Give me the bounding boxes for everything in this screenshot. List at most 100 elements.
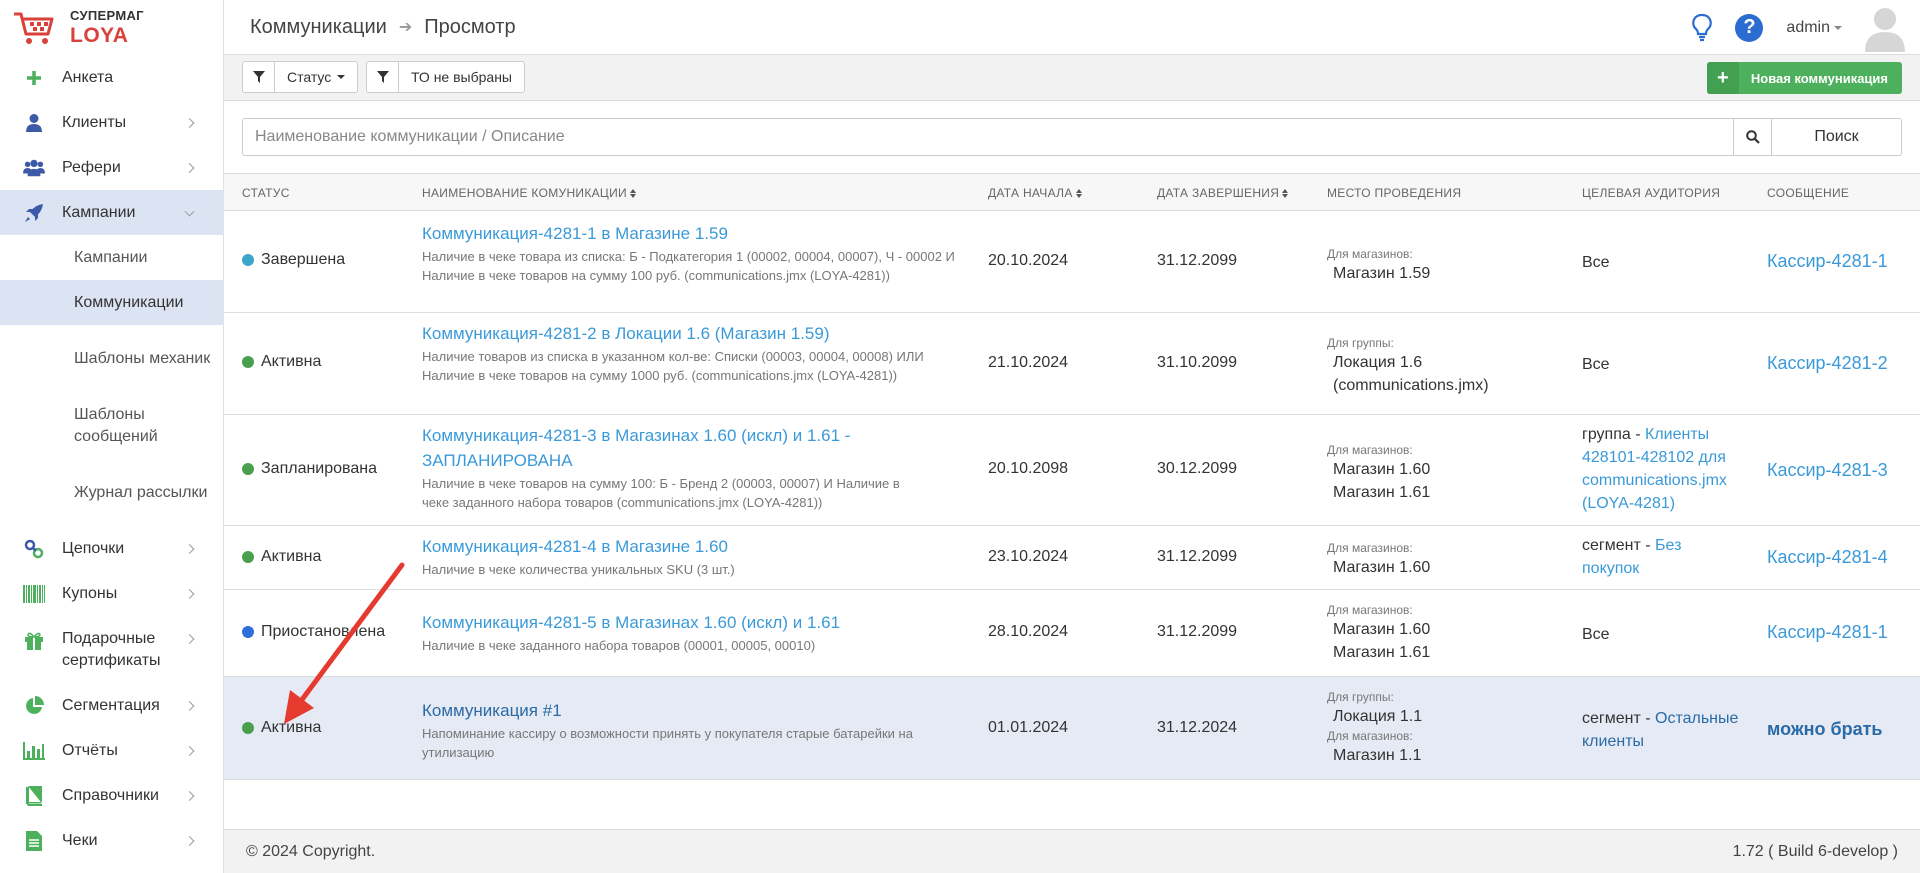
book-icon (23, 785, 45, 807)
avatar[interactable] (1864, 4, 1906, 52)
status-dot (242, 626, 254, 638)
submenu-item-message-templates[interactable]: Шаблоны сообщений (0, 392, 223, 459)
communication-description: Наличие в чеке товара из списка: Б - Под… (422, 249, 955, 283)
place-label: Для магазинов: (1327, 443, 1413, 457)
user-menu[interactable]: admin (1786, 19, 1842, 37)
version: 1.72 ( Build 6-develop ) (1732, 842, 1898, 860)
place-cell: Для магазинов: Магазин 1.59 (1327, 246, 1557, 285)
submenu-item-mechanic-templates[interactable]: Шаблоны механик (0, 325, 223, 392)
table-row[interactable]: Активна Коммуникация-4281-2 в Локации 1.… (224, 313, 1920, 415)
chevron-right-icon (184, 633, 195, 644)
sidebar-nav: Анкета Клиенты Рефери Кампании (0, 55, 223, 235)
search-button[interactable]: Поиск (1772, 118, 1902, 156)
communication-link[interactable]: Коммуникация-4281-1 в Магазине 1.59 (422, 221, 962, 246)
users-icon (23, 157, 45, 179)
status-text: Завершена (261, 251, 346, 268)
sidebar-item-segmentation[interactable]: Сегментация (0, 683, 223, 728)
help-icon[interactable]: ? (1735, 13, 1764, 42)
store-filter[interactable]: ТО не выбраны (366, 61, 525, 93)
audience-cell: сегмент - Без покупок (1582, 534, 1712, 580)
sidebar-item-references[interactable]: Справочники (0, 773, 223, 818)
caret-down-icon (337, 75, 346, 79)
place-value: Магазин 1.60 (1333, 559, 1431, 576)
status-filter[interactable]: Статус (242, 61, 359, 93)
message-link[interactable]: Кассир-4281-1 (1767, 622, 1888, 643)
sidebar-item-chains[interactable]: Цепочки (0, 526, 223, 571)
end-date: 31.12.2099 (1157, 252, 1238, 269)
status-cell: Запланирована (242, 460, 377, 478)
submenu-item-campaigns[interactable]: Кампании (0, 235, 223, 280)
submenu-item-mailing-log[interactable]: Журнал рассылки (0, 459, 223, 526)
place-cell: Для магазинов: Магазин 1.60 Магазин 1.61 (1327, 442, 1557, 504)
col-name-label: НАИМЕНОВАНИЕ КОМУНИКАЦИИ (422, 186, 627, 200)
communication-description: Напоминание кассиру о возможности принят… (422, 726, 913, 760)
table-row[interactable]: Активна Коммуникация-4281-4 в Магазине 1… (224, 526, 1920, 590)
communication-link[interactable]: Коммуникация-4281-5 в Магазинах 1.60 (ис… (422, 610, 962, 635)
sidebar-item-label: Подарочные сертификаты (62, 629, 161, 669)
chevron-right-icon (184, 543, 195, 554)
link-icon (23, 538, 45, 560)
new-communication-label: Новая коммуникация (1750, 70, 1888, 86)
sidebar-nav-lower: Цепочки Купоны Подарочные сертификаты Се… (0, 526, 223, 863)
table-row[interactable]: Завершена Коммуникация-4281-1 в Магазине… (224, 211, 1920, 313)
breadcrumb: Коммуникации ➔ Просмотр (250, 16, 516, 39)
col-end-label: ДАТА ЗАВЕРШЕНИЯ (1157, 186, 1280, 200)
table-row[interactable]: Активна Коммуникация #1 Напоминание касс… (224, 677, 1920, 780)
sidebar-item-label: Кампании (62, 203, 136, 221)
chevron-right-icon (184, 117, 195, 128)
sidebar-item-receipts[interactable]: Чеки (0, 818, 223, 863)
col-status: СТАТУС (242, 186, 290, 200)
communication-link[interactable]: Коммуникация-4281-3 в Магазинах 1.60 (ис… (422, 423, 922, 473)
status-cell: Завершена (242, 251, 345, 269)
search-input[interactable] (242, 118, 1734, 156)
chevron-right-icon (184, 162, 195, 173)
place-value: Магазин 1.59 (1333, 265, 1431, 282)
campaigns-submenu: Кампании Коммуникации Шаблоны механик Ша… (0, 235, 223, 526)
message-link[interactable]: Кассир-4281-2 (1767, 353, 1888, 374)
search-icon[interactable] (1734, 118, 1772, 156)
sidebar-item-campaigns[interactable]: Кампании (0, 190, 223, 235)
place-value: Магазин 1.60 (1333, 621, 1431, 638)
audience-prefix: сегмент - (1582, 710, 1656, 727)
status-filter-dropdown[interactable]: Статус (275, 62, 357, 92)
communication-link[interactable]: Коммуникация-4281-2 в Локации 1.6 (Магаз… (422, 321, 962, 346)
end-date: 31.12.2099 (1157, 548, 1238, 565)
status-text: Активна (261, 719, 322, 736)
message-link[interactable]: можно брать (1767, 719, 1882, 740)
pie-chart-icon (23, 695, 45, 717)
sidebar-item-anketa[interactable]: Анкета (0, 55, 223, 100)
sidebar-item-reports[interactable]: Отчёты (0, 728, 223, 773)
place-value: Локация 1.6 (communications.jmx) (1333, 354, 1489, 394)
col-end-date[interactable]: ДАТА ЗАВЕРШЕНИЯ (1157, 174, 1289, 212)
search-bar: Поиск (242, 118, 1902, 156)
breadcrumb-communications[interactable]: Коммуникации (250, 16, 387, 39)
barcode-icon (23, 583, 45, 605)
new-communication-button[interactable]: + Новая коммуникация (1706, 62, 1902, 94)
user-name: admin (1786, 18, 1830, 36)
message-link[interactable]: Кассир-4281-3 (1767, 460, 1888, 481)
communication-link[interactable]: Коммуникация #1 (422, 698, 962, 723)
chevron-down-icon (184, 206, 195, 217)
message-link[interactable]: Кассир-4281-4 (1767, 547, 1888, 568)
table-row[interactable]: Приостановлена Коммуникация-4281-5 в Маг… (224, 590, 1920, 677)
chevron-right-icon (184, 835, 195, 846)
logo[interactable]: СУПЕРМАГ LOYA (0, 0, 223, 55)
arrow-right-icon: ➔ (398, 19, 413, 36)
store-filter-label[interactable]: ТО не выбраны (399, 62, 524, 92)
start-date: 20.10.2024 (988, 252, 1069, 269)
sidebar-item-referrers[interactable]: Рефери (0, 145, 223, 190)
submenu-item-communications[interactable]: Коммуникации (0, 280, 223, 325)
lightbulb-icon[interactable] (1691, 13, 1713, 43)
sidebar-item-label: Купоны (62, 584, 118, 602)
message-link[interactable]: Кассир-4281-1 (1767, 251, 1888, 272)
sidebar-item-clients[interactable]: Клиенты (0, 100, 223, 145)
col-name[interactable]: НАИМЕНОВАНИЕ КОМУНИКАЦИИ (422, 174, 636, 212)
end-date: 31.10.2099 (1157, 354, 1238, 371)
communication-link[interactable]: Коммуникация-4281-4 в Магазине 1.60 (422, 534, 962, 559)
sidebar-item-coupons[interactable]: Купоны (0, 571, 223, 616)
chevron-right-icon (184, 588, 195, 599)
col-start-date[interactable]: ДАТА НАЧАЛА (988, 174, 1082, 212)
table-row[interactable]: Запланирована Коммуникация-4281-3 в Мага… (224, 415, 1920, 526)
copyright: © 2024 Copyright. (246, 842, 376, 860)
sidebar-item-gift-certificates[interactable]: Подарочные сертификаты (0, 616, 223, 683)
